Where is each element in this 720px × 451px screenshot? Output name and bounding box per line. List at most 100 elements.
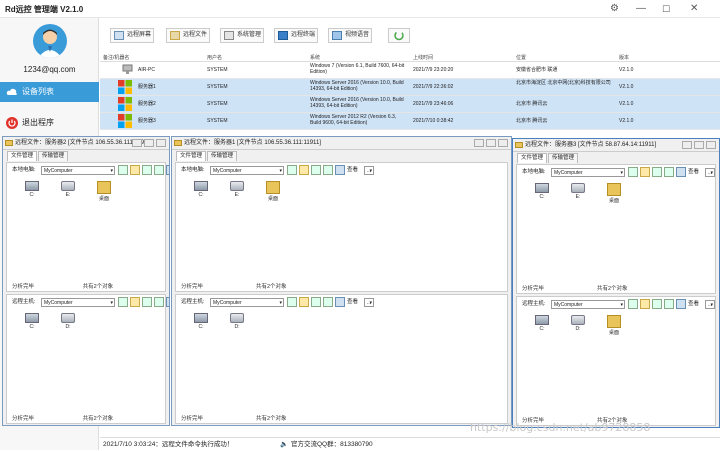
- view-button[interactable]: 查看: [335, 297, 358, 307]
- local-path-select[interactable]: MyComputer: [551, 168, 625, 177]
- drive-item[interactable]: C:: [190, 181, 212, 198]
- new-folder-icon[interactable]: [154, 297, 164, 307]
- window-titlebar[interactable]: 远程文件：服务器1 [文件节点 106.55.36.111:11911]: [172, 137, 511, 150]
- new-folder-icon[interactable]: [323, 165, 333, 175]
- minimize-icon[interactable]: [474, 139, 484, 147]
- remote-file-window[interactable]: 远程文件：服务器2 [文件节点 106.55.36.111:11911] 文件管…: [2, 136, 170, 426]
- system-manage-button[interactable]: 系统管理: [220, 28, 264, 43]
- maximize-icon[interactable]: [486, 139, 496, 147]
- tab-transfer-manage[interactable]: 传输管理: [548, 153, 579, 163]
- column-header[interactable]: 位置: [516, 55, 526, 61]
- window-titlebar[interactable]: 远程文件：服务器2 [文件节点 106.55.36.111:11911]: [3, 137, 169, 150]
- local-path-select[interactable]: MyComputer: [210, 166, 284, 175]
- view-button[interactable]: 查看: [335, 165, 358, 175]
- close-icon[interactable]: [498, 139, 508, 147]
- view-button[interactable]: 查看: [676, 167, 699, 177]
- remote-file-window[interactable]: 远程文件：服务器3 [文件节点 58.87.64.14:11911] 文件管理传…: [512, 138, 720, 428]
- view-button[interactable]: 查看: [166, 165, 169, 175]
- window-titlebar[interactable]: 远程文件：服务器3 [文件节点 58.87.64.14:11911]: [513, 139, 719, 152]
- column-header[interactable]: 用户名: [207, 55, 222, 61]
- column-header[interactable]: 版本: [619, 55, 629, 61]
- sidebar-item-device-list[interactable]: 设备列表: [0, 82, 99, 102]
- drive-item[interactable]: D:: [226, 313, 248, 330]
- more-button[interactable]: ...: [705, 300, 715, 309]
- drive-item[interactable]: C:: [531, 315, 553, 332]
- up-folder-icon[interactable]: [130, 297, 140, 307]
- tab-transfer-manage[interactable]: 传输管理: [207, 151, 238, 161]
- drive-item[interactable]: 桌面: [603, 183, 625, 204]
- new-folder-icon[interactable]: [154, 165, 164, 175]
- minimize-icon[interactable]: [682, 141, 692, 149]
- go-icon[interactable]: [287, 297, 297, 307]
- drive-item[interactable]: E:: [567, 183, 589, 200]
- up-folder-icon[interactable]: [299, 297, 309, 307]
- tab-transfer-manage[interactable]: 传输管理: [38, 151, 69, 161]
- remote-screen-button[interactable]: 远程屏幕: [110, 28, 154, 43]
- more-button[interactable]: ...: [364, 298, 374, 307]
- drive-item[interactable]: 桌面: [93, 181, 115, 202]
- more-button[interactable]: ...: [364, 166, 374, 175]
- column-header[interactable]: 上线时间: [413, 55, 433, 61]
- minimize-icon[interactable]: [132, 139, 142, 147]
- maximize-icon[interactable]: [694, 141, 704, 149]
- up-folder-icon[interactable]: [299, 165, 309, 175]
- drive-item[interactable]: C:: [531, 183, 553, 200]
- remote-path-select[interactable]: MyComputer: [551, 300, 625, 309]
- drive-item[interactable]: C:: [190, 313, 212, 330]
- refresh-icon[interactable]: [142, 297, 152, 307]
- close-icon[interactable]: ✕: [690, 3, 698, 15]
- refresh-icon[interactable]: [142, 165, 152, 175]
- more-button[interactable]: ...: [705, 168, 715, 177]
- drive-item[interactable]: D:: [57, 313, 79, 330]
- up-folder-icon[interactable]: [130, 165, 140, 175]
- table-row[interactable]: AIR-PC SYSTEM Windows 7 (Version 6.1, Bu…: [100, 62, 720, 79]
- drive-item[interactable]: D:: [567, 315, 589, 332]
- drive-item[interactable]: C:: [21, 313, 43, 330]
- remote-path-select[interactable]: MyComputer: [41, 298, 115, 307]
- remote-file-window[interactable]: 远程文件：服务器1 [文件节点 106.55.36.111:11911] 文件管…: [171, 136, 512, 426]
- view-button[interactable]: 查看: [676, 299, 699, 309]
- up-folder-icon[interactable]: [640, 167, 650, 177]
- new-folder-icon[interactable]: [664, 299, 674, 309]
- tab-file-manage[interactable]: 文件管理: [517, 153, 548, 163]
- column-header[interactable]: 备注/机器名: [103, 55, 129, 61]
- go-icon[interactable]: [628, 299, 638, 309]
- refresh-icon[interactable]: [652, 299, 662, 309]
- settings-icon[interactable]: ⚙: [610, 3, 619, 15]
- refresh-icon[interactable]: [652, 167, 662, 177]
- drive-item[interactable]: 桌面: [603, 315, 625, 336]
- drive-item[interactable]: E:: [226, 181, 248, 198]
- close-icon[interactable]: [706, 141, 716, 149]
- go-icon[interactable]: [287, 165, 297, 175]
- minimize-icon[interactable]: —: [636, 3, 646, 15]
- remote-terminal-button[interactable]: 远程终端: [274, 28, 318, 43]
- remote-path-select[interactable]: MyComputer: [210, 298, 284, 307]
- go-icon[interactable]: [628, 167, 638, 177]
- remote-file-button[interactable]: 远程文件: [166, 28, 210, 43]
- go-icon[interactable]: [118, 165, 128, 175]
- drive-item[interactable]: E:: [57, 181, 79, 198]
- column-header[interactable]: 系统: [310, 55, 320, 61]
- maximize-icon[interactable]: ☐: [662, 3, 670, 15]
- tab-file-manage[interactable]: 文件管理: [7, 151, 38, 161]
- refresh-button[interactable]: [388, 28, 410, 43]
- drive-item[interactable]: C:: [21, 181, 43, 198]
- new-folder-icon[interactable]: [323, 297, 333, 307]
- new-folder-icon[interactable]: [664, 167, 674, 177]
- table-row[interactable]: 服务器1 SYSTEM Windows Server 2016 (Version…: [100, 79, 720, 96]
- local-path-select[interactable]: MyComputer: [41, 166, 115, 175]
- go-icon[interactable]: [118, 297, 128, 307]
- tab-file-manage[interactable]: 文件管理: [176, 151, 207, 161]
- sidebar-item-exit[interactable]: 退出程序: [0, 113, 99, 133]
- table-row[interactable]: 服务器2 SYSTEM Windows Server 2016 (Version…: [100, 96, 720, 113]
- view-button[interactable]: 查看: [166, 297, 169, 307]
- up-folder-icon[interactable]: [640, 299, 650, 309]
- maximize-icon[interactable]: [144, 139, 154, 147]
- drive-item[interactable]: 桌面: [262, 181, 284, 202]
- cell-name: 服务器3: [138, 118, 156, 124]
- refresh-icon[interactable]: [311, 297, 321, 307]
- table-row[interactable]: 服务器3 SYSTEM Windows Server 2012 R2 (Vers…: [100, 113, 720, 130]
- video-voice-button[interactable]: 视频语音: [328, 28, 372, 43]
- refresh-icon[interactable]: [311, 165, 321, 175]
- close-icon[interactable]: [156, 139, 166, 147]
